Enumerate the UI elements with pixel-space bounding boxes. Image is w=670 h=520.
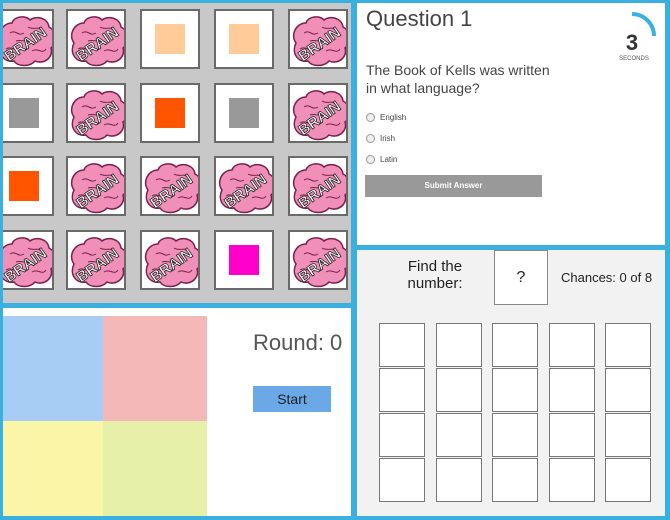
mystery-number-box: ? [494,250,548,305]
number-cell[interactable] [492,458,538,502]
number-cell[interactable] [549,323,595,367]
card-face-down[interactable]: BRAIN [140,156,200,216]
find-label: Find the number: [407,258,463,292]
timer-label: SECONDS [619,56,649,62]
round-label: Round: 0 [253,330,343,355]
number-column [605,323,651,503]
color-square [229,98,259,128]
card-face-down[interactable]: BRAIN [3,230,54,290]
brain-icon: BRAIN [3,16,52,67]
option-english[interactable]: English [366,113,406,122]
brain-icon: BRAIN [292,90,346,141]
color-square [155,24,185,54]
quadrant-yellow[interactable] [3,421,103,516]
number-cell[interactable] [436,413,482,457]
card-face-up[interactable] [3,156,54,216]
brain-icon: BRAIN [144,163,198,214]
start-button[interactable]: Start [253,386,331,412]
number-cell[interactable] [605,458,651,502]
card-face-down[interactable]: BRAIN [288,9,348,69]
brain-icon: BRAIN [218,163,272,214]
option-latin[interactable]: Latin [366,155,397,164]
memory-game-panel: BRAIN BRAIN BRAIN BRAIN BRAIN BRAIN BRAIN BRAIN… [3,3,351,303]
card-face-down[interactable]: BRAIN [288,230,348,290]
simon-panel: Round: 0 Start [3,308,351,516]
find-number-panel: Find the number: ? Chances: 0 of 8 [357,250,665,516]
quadrant-blue[interactable] [3,316,103,421]
card-face-down[interactable]: BRAIN [214,156,274,216]
number-cell[interactable] [436,458,482,502]
number-column [492,323,538,503]
quiz-panel: Question 1 3 SECONDS The Book of Kells w… [357,3,665,245]
timer-value: 3 [625,30,639,55]
question-text: The Book of Kells was written in what la… [366,62,550,96]
card-face-down[interactable]: BRAIN [66,230,126,290]
brain-icon: BRAIN [70,237,124,288]
number-cell[interactable] [379,323,425,367]
card-face-up[interactable] [214,9,274,69]
radio-button[interactable] [366,113,375,122]
color-square [155,98,185,128]
brain-icon: BRAIN [292,237,346,288]
card-face-down[interactable]: BRAIN [288,156,348,216]
option-irish[interactable]: Irish [366,134,395,143]
radio-button[interactable] [366,155,375,164]
number-column [549,323,595,503]
brain-icon: BRAIN [70,90,124,141]
quadrant-green[interactable] [103,421,207,516]
card-face-down[interactable]: BRAIN [66,156,126,216]
number-cell[interactable] [379,413,425,457]
number-cell[interactable] [436,368,482,412]
card-face-up[interactable] [140,83,200,143]
quadrant-red[interactable] [103,316,207,421]
card-face-down[interactable]: BRAIN [140,230,200,290]
submit-answer-button[interactable]: Submit Answer [365,175,542,197]
brain-icon: BRAIN [292,163,346,214]
number-cell[interactable] [436,323,482,367]
number-cell[interactable] [379,368,425,412]
number-cell[interactable] [492,413,538,457]
brain-icon: BRAIN [70,16,124,67]
number-cell[interactable] [605,368,651,412]
card-face-down[interactable]: BRAIN [66,83,126,143]
number-cell[interactable] [549,413,595,457]
brain-icon: BRAIN [70,163,124,214]
number-cell[interactable] [492,368,538,412]
card-face-up[interactable] [3,83,54,143]
number-cell[interactable] [549,458,595,502]
card-face-up[interactable] [140,9,200,69]
number-column [379,323,425,503]
number-column [436,323,482,503]
card-face-up[interactable] [214,230,274,290]
color-square [9,171,39,201]
brain-icon: BRAIN [144,237,198,288]
radio-button[interactable] [366,134,375,143]
question-title: Question 1 [366,6,473,31]
option-label: Latin [380,155,398,164]
option-label: Irish [380,134,396,143]
card-face-down[interactable]: BRAIN [3,9,54,69]
color-square [9,98,39,128]
number-cell[interactable] [549,368,595,412]
brain-icon: BRAIN [292,16,346,67]
number-cell[interactable] [492,323,538,367]
card-face-up[interactable] [214,83,274,143]
card-face-down[interactable]: BRAIN [288,83,348,143]
chances-counter: Chances: 0 of 8 [561,270,653,285]
color-square [229,245,259,275]
option-label: English [380,113,407,122]
number-cell[interactable] [379,458,425,502]
brain-icon: BRAIN [3,237,52,288]
color-square [229,24,259,54]
card-face-down[interactable]: BRAIN [66,9,126,69]
number-cell[interactable] [605,323,651,367]
number-cell[interactable] [605,413,651,457]
